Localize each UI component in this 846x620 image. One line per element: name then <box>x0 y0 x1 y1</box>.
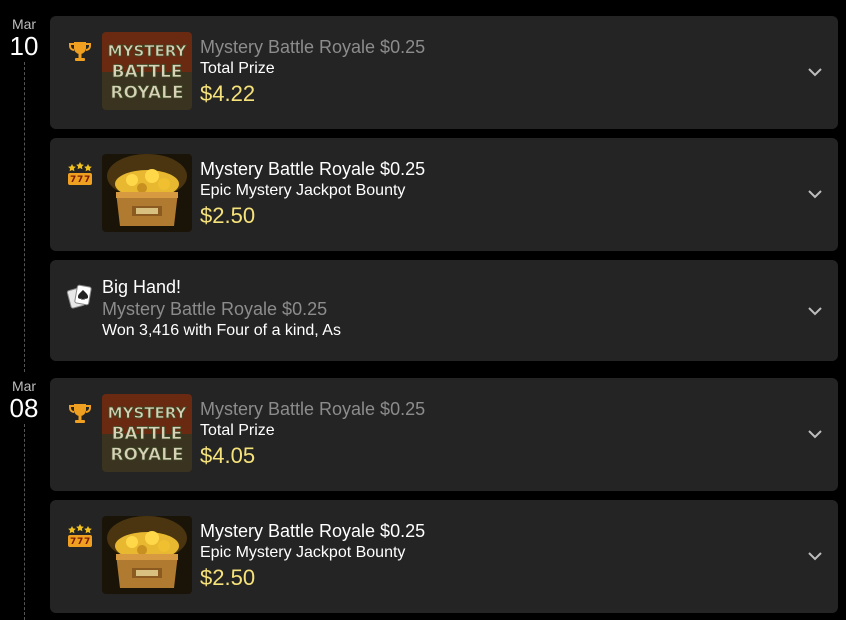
svg-text:7: 7 <box>77 537 83 547</box>
card-subtitle: Epic Mystery Jackpot Bounty <box>200 544 406 561</box>
logo-text-1: MYSTERY <box>108 404 188 422</box>
prize-amount: $4.22 <box>200 81 256 106</box>
big-hand-detail: Won 3,416 with Four of a kind, As <box>102 322 341 339</box>
tournament-prize-card[interactable]: MYSTERY BATTLE ROYALE Mystery Battle Roy… <box>50 16 838 129</box>
logo-text-1: MYSTERY <box>108 42 188 60</box>
card-title: Mystery Battle Royale $0.25 <box>200 159 426 179</box>
chevron-down-icon[interactable] <box>806 63 824 81</box>
svg-text:7: 7 <box>70 537 76 547</box>
logo-text-3: ROYALE <box>110 445 183 465</box>
card-title: Mystery Battle Royale $0.25 <box>200 37 426 57</box>
chevron-down-icon[interactable] <box>806 547 824 565</box>
trophy-icon <box>66 400 94 428</box>
card-title: Mystery Battle Royale $0.25 <box>200 521 426 541</box>
card-subtitle: Total Prize <box>200 422 275 439</box>
logo-text-2: BATTLE <box>112 424 183 444</box>
date-month: Mar <box>11 378 37 394</box>
chevron-down-icon[interactable] <box>806 302 824 320</box>
mystery-battle-royale-logo: MYSTERY BATTLE ROYALE <box>102 32 192 110</box>
mystery-battle-royale-logo: MYSTERY BATTLE ROYALE <box>102 394 192 472</box>
slot-777-icon: 777 <box>66 522 94 550</box>
gold-treasure-chest <box>102 154 192 232</box>
activity-timeline: Mar 10 Mar 08 MYSTERY BATTLE ROYALE Myst… <box>0 0 846 620</box>
gold-treasure-chest <box>102 516 192 594</box>
prize-amount: $4.05 <box>200 443 256 468</box>
date-marker: Mar 08 <box>0 378 48 422</box>
playing-cards-icon <box>66 282 94 310</box>
jackpot-bounty-card[interactable]: 777 Mystery Battle Royale $0.25 Epic Mys… <box>50 500 838 613</box>
logo-text-2: BATTLE <box>112 62 183 82</box>
date-marker: Mar 10 <box>0 16 48 60</box>
slot-777-icon: 777 <box>66 160 94 188</box>
bounty-amount: $2.50 <box>200 203 256 228</box>
chevron-down-icon[interactable] <box>806 425 824 443</box>
timeline-line <box>24 62 25 372</box>
date-day: 10 <box>9 31 39 61</box>
date-day: 08 <box>9 393 39 423</box>
date-month: Mar <box>11 16 37 32</box>
card-subtitle: Mystery Battle Royale $0.25 <box>102 299 328 319</box>
tournament-prize-card[interactable]: MYSTERY BATTLE ROYALE Mystery Battle Roy… <box>50 378 838 491</box>
card-title: Mystery Battle Royale $0.25 <box>200 399 426 419</box>
logo-text-3: ROYALE <box>110 83 183 103</box>
svg-text:7: 7 <box>84 175 90 185</box>
timeline-line <box>24 424 25 620</box>
svg-text:7: 7 <box>70 175 76 185</box>
card-title: Big Hand! <box>102 277 182 297</box>
card-subtitle: Total Prize <box>200 60 275 77</box>
big-hand-card[interactable]: Big Hand! Mystery Battle Royale $0.25 Wo… <box>50 260 838 361</box>
jackpot-bounty-card[interactable]: 777 Mystery Battle Royale $0.25 Epic Mys… <box>50 138 838 251</box>
bounty-amount: $2.50 <box>200 565 256 590</box>
svg-text:7: 7 <box>84 537 90 547</box>
card-subtitle: Epic Mystery Jackpot Bounty <box>200 182 406 199</box>
chevron-down-icon[interactable] <box>806 185 824 203</box>
svg-text:7: 7 <box>77 175 83 185</box>
trophy-icon <box>66 38 94 66</box>
